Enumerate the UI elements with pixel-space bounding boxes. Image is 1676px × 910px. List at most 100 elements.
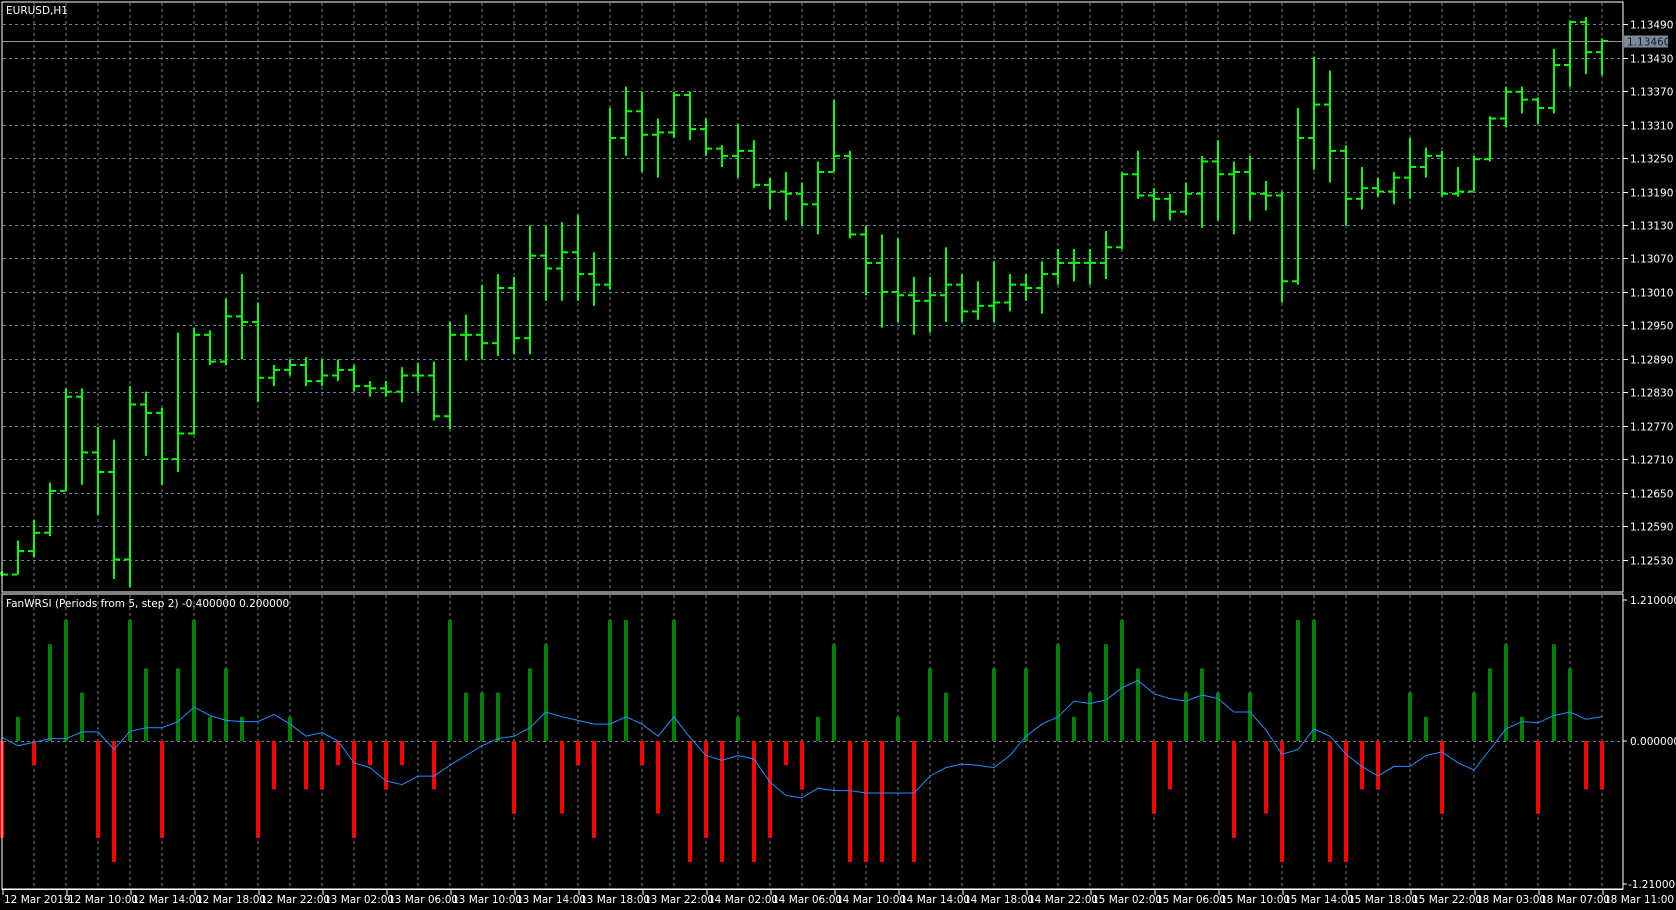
histogram-bar [1312, 620, 1316, 741]
price-scale-label: 1.13010 [1630, 288, 1673, 300]
price-scale[interactable]: 1.13490 1.13430 1.13370 1.13310 1.13250 1.131… [1623, 20, 1673, 568]
histogram-bar [1472, 692, 1476, 741]
price-bar-open-tick [236, 315, 241, 318]
histogram-bar [576, 741, 580, 766]
price-bar-close-tick [371, 387, 376, 390]
time-axis-label: 12 Mar 2019 [4, 894, 71, 906]
price-bar-close-tick [1171, 210, 1176, 213]
price-bar-close-tick [355, 385, 360, 388]
price-bar-open-tick [812, 203, 817, 206]
time-axis-label: 15 Mar 06:00 [1156, 894, 1226, 906]
price-bar [1068, 248, 1080, 282]
price-bar-range [737, 124, 739, 178]
price-bar-range [289, 359, 291, 376]
price-bar-open-tick [1132, 173, 1137, 176]
price-bar [988, 261, 1000, 323]
price-bar-range [785, 172, 787, 221]
price-bar-open-tick [1500, 117, 1505, 120]
price-bar-open-tick [92, 451, 97, 454]
price-bar-range [193, 327, 195, 435]
price-bar-close-tick [1379, 190, 1384, 193]
histogram-bar [464, 692, 468, 741]
chart-window[interactable]: 1.13490 1.13430 1.13370 1.13310 1.13250 1.131… [0, 0, 1676, 910]
price-bar-open-tick [1068, 261, 1073, 264]
histogram-bar [1504, 644, 1508, 741]
price-bar-range [1521, 86, 1523, 114]
price-bar-open-tick [748, 149, 753, 152]
histogram-bar [848, 741, 852, 862]
price-bar-range [897, 238, 899, 323]
price-bar-range [305, 357, 307, 387]
price-bar-open-tick [540, 254, 545, 257]
price-bar [1388, 172, 1400, 205]
price-bar-range [1249, 155, 1251, 221]
histogram-bar [1344, 741, 1348, 862]
price-bar-close-tick [787, 192, 792, 195]
histogram-bar [1328, 741, 1332, 862]
price-bar-range [1409, 138, 1411, 199]
price-bar-range [929, 276, 931, 333]
price-bar-open-tick [780, 190, 785, 193]
price-bar-range [417, 362, 419, 392]
price-bar-close-tick [707, 147, 712, 150]
price-bar-close-tick [1139, 194, 1144, 197]
price-bar-close-tick [1155, 197, 1160, 200]
price-bar-open-tick [588, 273, 593, 276]
histogram-bar [400, 741, 404, 766]
histogram-bar [656, 741, 660, 814]
price-bar-open-tick [1180, 210, 1185, 213]
price-bar-close-tick [435, 415, 440, 418]
price-bar-open-tick [396, 390, 401, 393]
price-bar [332, 359, 344, 382]
time-axis-label: 12 Mar 10:00 [68, 894, 138, 906]
histogram-bar [1552, 644, 1556, 741]
price-bar-range [1169, 193, 1171, 221]
price-scale-label: 1.12890 [1630, 355, 1673, 367]
histogram-bar [1424, 716, 1428, 741]
histogram-bar [800, 741, 804, 790]
price-bar [1500, 86, 1512, 128]
histogram-bar [1296, 620, 1300, 741]
histogram-bar [480, 692, 484, 741]
price-bar-open-tick [972, 310, 977, 313]
price-bar-close-tick [931, 294, 936, 297]
price-bar-close-tick [595, 283, 600, 286]
price-bar-close-tick [1187, 192, 1192, 195]
price-bar-range [241, 274, 243, 360]
price-bar-range [657, 118, 659, 178]
histogram-bar [1200, 668, 1204, 741]
price-bar-open-tick [44, 531, 49, 534]
histogram-bar [448, 620, 452, 741]
price-bar-open-tick [764, 183, 769, 186]
price-bar-range [97, 426, 99, 515]
price-scale-label: 1.12590 [1630, 522, 1673, 534]
price-bar-range [273, 364, 275, 387]
price-bar-open-tick [380, 387, 385, 390]
price-bar-open-tick [1356, 197, 1361, 200]
price-bar-open-tick [1516, 90, 1521, 93]
price-bar [1516, 86, 1528, 114]
price-bar-close-tick [227, 315, 232, 318]
price-bar [892, 238, 904, 323]
price-bar-open-tick [1020, 283, 1025, 286]
histogram-bar [1600, 741, 1604, 790]
time-axis-label: 18 Mar 03:00 [1476, 894, 1546, 906]
histogram-bar [16, 716, 20, 741]
histogram-bar [672, 620, 676, 741]
price-bar-range [913, 276, 915, 335]
price-bar-range [161, 407, 163, 485]
time-axis[interactable]: 12 Mar 201912 Mar 10:0012 Mar 14:0012 Ma… [2, 889, 1674, 906]
price-bar [732, 124, 744, 178]
time-axis-label: 13 Mar 02:00 [324, 894, 394, 906]
price-bar-close-tick [467, 333, 472, 336]
price-bar [636, 91, 648, 173]
price-bar [524, 225, 536, 355]
price-bar-range [257, 302, 259, 403]
price-bar-close-tick [115, 558, 120, 561]
histogram-bar [992, 668, 996, 741]
price-bar-range [513, 276, 515, 355]
price-bar-open-tick [124, 558, 129, 561]
price-bar-close-tick [99, 470, 104, 473]
price-bar-close-tick [1363, 187, 1368, 190]
price-bar [492, 274, 504, 357]
